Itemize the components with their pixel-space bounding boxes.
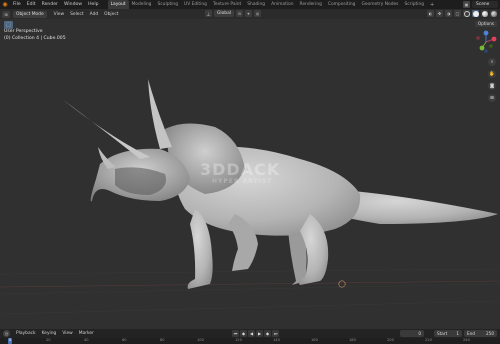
scene-selector[interactable]: ▣ Scene	[463, 1, 498, 8]
current-frame-field[interactable]: 0	[400, 330, 424, 337]
menu-timeline-view[interactable]: View	[59, 331, 75, 336]
current-frame-indicator[interactable]: 0	[8, 338, 13, 344]
end-frame-field[interactable]: End 250	[464, 330, 497, 337]
axis-y-handle[interactable]	[479, 45, 485, 51]
blender-logo-icon[interactable]: ◉	[0, 0, 10, 9]
3d-viewport-icon[interactable]: ⊞	[2, 10, 10, 18]
frame-tick: 140	[273, 338, 280, 342]
frame-tick: 240	[463, 338, 470, 342]
axis-neg-y-handle[interactable]	[489, 44, 493, 48]
tab-compositing[interactable]: Compositing	[325, 0, 359, 9]
axis-neg-z-handle[interactable]	[484, 49, 488, 53]
timeline-header: ◷ Playback Keying View Marker ⏮ ◆ ◀ ▶ ◆ …	[0, 329, 500, 338]
end-value: 250	[486, 331, 494, 336]
snap-icon[interactable]: ⌖	[245, 10, 253, 17]
menu-window[interactable]: Window	[61, 0, 85, 9]
top-menu-bar: ◉ File Edit Render Window Help Layout Mo…	[0, 0, 500, 9]
start-label: Start	[437, 331, 448, 336]
menu-marker[interactable]: Marker	[76, 331, 97, 336]
transform-orientation-dropdown[interactable]: Global	[214, 10, 235, 17]
scene-name[interactable]: Scene	[472, 1, 498, 8]
viewport-header: ⊞ Object Mode View Select Add Object ⟂ G…	[0, 9, 500, 19]
menu-keying[interactable]: Keying	[39, 331, 60, 336]
add-workspace-button[interactable]: +	[427, 2, 437, 8]
hand-icon[interactable]: ✋	[488, 70, 496, 78]
frame-tick: 40	[84, 338, 89, 342]
viewport-shading-controls: ◐ ✥ ◑ ▢	[427, 10, 497, 17]
viewport-perspective-label: User Perspective	[4, 29, 43, 34]
frame-ruler[interactable]: 0 20 40 60 80 100 120 140 160 180 200 22…	[0, 338, 500, 344]
frame-tick: 120	[235, 338, 242, 342]
playback-controls: ⏮ ◆ ◀ ▶ ◆ ⏭	[232, 330, 279, 337]
axis-neg-x-handle[interactable]	[476, 36, 480, 40]
frame-tick: 200	[387, 338, 394, 342]
transform-controls: ⟂ Global ⊙ ⌖ ◎	[205, 10, 262, 17]
watermark-subtitle: HYPER ARTIST	[212, 178, 273, 185]
menu-object[interactable]: Object	[101, 12, 121, 17]
menu-add[interactable]: Add	[87, 12, 102, 17]
options-dropdown[interactable]: Options	[474, 21, 497, 27]
tab-texture-paint[interactable]: Texture Paint	[210, 0, 244, 9]
gizmo-toggle-icon[interactable]: ✥	[436, 10, 443, 17]
menu-playback[interactable]: Playback	[13, 331, 39, 336]
proportional-edit-icon[interactable]: ◎	[254, 10, 262, 17]
watermark-logo-text: 3DDACK	[200, 160, 281, 179]
menu-edit[interactable]: Edit	[24, 0, 39, 9]
tab-scripting[interactable]: Scripting	[401, 0, 427, 9]
grid-icon[interactable]: ⊞	[488, 94, 496, 102]
tab-sculpting[interactable]: Sculpting	[154, 0, 181, 9]
navigation-gizmo[interactable]	[474, 30, 498, 54]
tab-uv-editing[interactable]: UV Editing	[181, 0, 210, 9]
frame-tick: 60	[122, 338, 127, 342]
frame-tick: 160	[311, 338, 318, 342]
shading-solid-icon[interactable]	[472, 10, 479, 17]
jump-end-icon[interactable]: ⏭	[272, 330, 279, 337]
menu-view[interactable]: View	[51, 12, 67, 17]
frame-tick: 100	[197, 338, 204, 342]
orientation-icon[interactable]: ⟂	[205, 10, 212, 17]
timeline-editor-icon[interactable]: ◷	[3, 330, 10, 337]
viewport-collection-label: (0) Collection 4 | Cube.005	[4, 36, 66, 41]
tab-geometry-nodes[interactable]: Geometry Nodes	[358, 0, 401, 9]
overlay-toggle-icon[interactable]: ◑	[445, 10, 452, 17]
axis-z-handle[interactable]	[483, 30, 489, 36]
magnifier-icon[interactable]: ⌕	[488, 58, 496, 66]
next-keyframe-icon[interactable]: ◆	[264, 330, 271, 337]
menu-render[interactable]: Render	[39, 0, 61, 9]
tab-rendering[interactable]: Rendering	[296, 0, 324, 9]
tab-shading[interactable]: Shading	[244, 0, 268, 9]
menu-help[interactable]: Help	[85, 0, 101, 9]
start-value: 1	[456, 331, 459, 336]
frame-tick: 180	[349, 338, 356, 342]
cursor-select-icon[interactable]: ⬚	[4, 21, 13, 29]
shading-wireframe-icon[interactable]	[463, 10, 470, 17]
menu-select[interactable]: Select	[67, 12, 87, 17]
shading-material-icon[interactable]	[481, 10, 488, 17]
xray-toggle-icon[interactable]: ▢	[454, 10, 461, 17]
menu-file[interactable]: File	[10, 0, 24, 9]
viewport-nav-buttons: ⌕ ✋ ◙ ⊞	[488, 58, 496, 102]
mode-dropdown[interactable]: Object Mode	[13, 10, 47, 18]
frame-tick: 20	[46, 338, 51, 342]
play-reverse-icon[interactable]: ◀	[248, 330, 255, 337]
pivot-icon[interactable]: ⊙	[236, 10, 244, 17]
toolbar: ⬚	[4, 21, 13, 29]
axis-x-handle[interactable]	[491, 36, 497, 42]
tab-animation[interactable]: Animation	[268, 0, 296, 9]
camera-icon[interactable]: ◙	[488, 82, 496, 90]
frame-tick: 80	[160, 338, 165, 342]
scene-icon: ▣	[463, 1, 470, 8]
start-frame-field[interactable]: Start 1	[434, 330, 462, 337]
shading-rendered-icon[interactable]	[490, 10, 497, 17]
prev-keyframe-icon[interactable]: ◆	[240, 330, 247, 337]
tab-modeling[interactable]: Modeling	[129, 0, 155, 9]
tab-layout[interactable]: Layout	[107, 0, 129, 9]
play-icon[interactable]: ▶	[256, 330, 263, 337]
frame-tick: 220	[425, 338, 432, 342]
jump-start-icon[interactable]: ⏮	[232, 330, 239, 337]
end-label: End	[467, 331, 475, 336]
visibility-icon[interactable]: ◐	[427, 10, 434, 17]
